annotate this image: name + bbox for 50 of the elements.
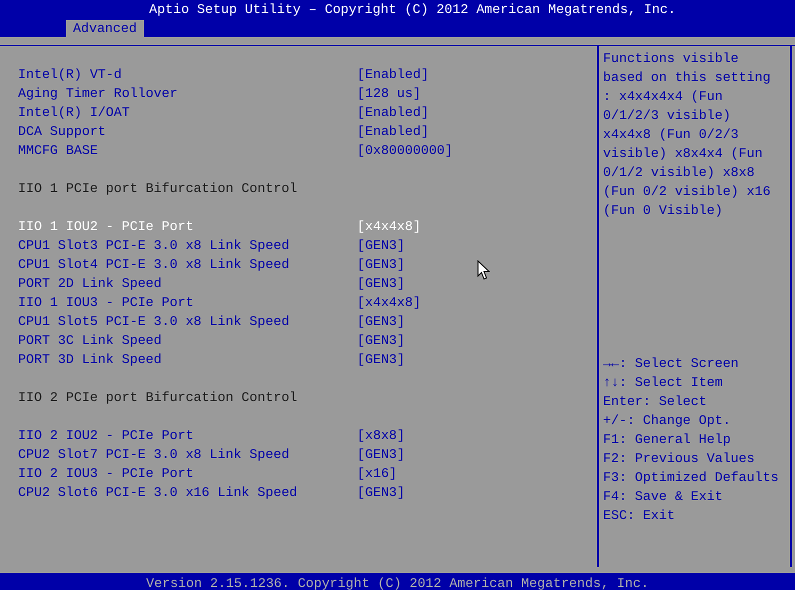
setting-label[interactable]: DCA Support	[18, 122, 357, 141]
setting-value[interactable]: [x4x4x8]	[357, 217, 421, 236]
key-hint: →←: Select Screen	[603, 355, 740, 373]
setting-label[interactable]: CPU1 Slot3 PCI-E 3.0 x8 Link Speed	[18, 236, 357, 255]
setting-value[interactable]: [x8x8]	[357, 426, 405, 445]
setting-label[interactable]: Intel(R) VT-d	[18, 65, 357, 84]
window-title: Aptio Setup Utility – Copyright (C) 2012 American Megatrends, Inc.	[148, 1, 677, 19]
setting-value[interactable]: [GEN3]	[357, 331, 405, 350]
setting-label[interactable]: CPU2 Slot6 PCI-E 3.0 x16 Link Speed	[18, 483, 357, 502]
setting-label[interactable]: IIO 2 IOU3 - PCIe Port	[18, 464, 357, 483]
setting-value[interactable]: [GEN3]	[357, 236, 405, 255]
section-heading: IIO 1 PCIe port Bifurcation Control	[18, 180, 298, 198]
setting-label[interactable]: IIO 2 IOU2 - PCIe Port	[18, 426, 357, 445]
setting-label[interactable]: IIO 1 IOU2 - PCIe Port	[18, 217, 357, 236]
setting-label[interactable]: PORT 3C Link Speed	[18, 331, 357, 350]
setting-value[interactable]: [GEN3]	[357, 483, 405, 502]
setting-value[interactable]: [GEN3]	[357, 350, 405, 369]
setting-label[interactable]: IIO 1 IOU3 - PCIe Port	[18, 293, 357, 312]
setting-value[interactable]: [x4x4x8]	[357, 293, 421, 312]
menu-tab[interactable]: Advanced	[66, 20, 144, 38]
key-hint: +/-: Change Opt.	[603, 412, 732, 430]
setting-value[interactable]: [GEN3]	[357, 274, 405, 293]
setting-value[interactable]: [GEN3]	[357, 255, 405, 274]
setting-label[interactable]: PORT 2D Link Speed	[18, 274, 357, 293]
key-hint: ESC: Exit	[603, 507, 676, 525]
key-hint: F4: Save & Exit	[603, 488, 724, 506]
setting-value[interactable]: [0x80000000]	[357, 141, 453, 160]
setting-label[interactable]: CPU2 Slot7 PCI-E 3.0 x8 Link Speed	[18, 445, 357, 464]
setting-value[interactable]: [x16]	[357, 464, 397, 483]
key-hint: F2: Previous Values	[603, 450, 756, 468]
setting-label[interactable]: Aging Timer Rollover	[18, 84, 357, 103]
setting-label[interactable]: Intel(R) I/OAT	[18, 103, 357, 122]
setting-label[interactable]: CPU1 Slot4 PCI-E 3.0 x8 Link Speed	[18, 255, 357, 274]
setting-label[interactable]: CPU1 Slot5 PCI-E 3.0 x8 Link Speed	[18, 312, 357, 331]
setting-value[interactable]: [Enabled]	[357, 122, 429, 141]
key-hint: ↑↓: Select Item	[603, 374, 724, 392]
key-hint: F3: Optimized Defaults	[603, 469, 780, 487]
setting-value[interactable]: [Enabled]	[357, 103, 429, 122]
setting-value[interactable]: [GEN3]	[357, 445, 405, 464]
setting-value[interactable]: [GEN3]	[357, 312, 405, 331]
status-bar: Version 2.15.1236. Copyright (C) 2012 American Megatrends, Inc.	[0, 573, 795, 590]
key-hint: Enter: Select	[603, 393, 708, 411]
setting-label[interactable]: MMCFG BASE	[18, 141, 357, 160]
mouse-pointer-icon	[477, 260, 490, 280]
setting-value[interactable]: [Enabled]	[357, 65, 429, 84]
setting-value[interactable]: [128 us]	[357, 84, 421, 103]
section-heading: IIO 2 PCIe port Bifurcation Control	[18, 389, 298, 407]
key-hint: F1: General Help	[603, 431, 732, 449]
setting-label[interactable]: PORT 3D Link Speed	[18, 350, 357, 369]
help-text: Functions visible based on this setting : x4x4x4x4 (Fun 0/1/2/3 visible) x4x4x8 (Fun 0/2/3 visible) x8x4x4 (Fun 0/1/2 visible) x8x8 (Fun 0/2 visible) x16 (Fun 0 Visible)	[603, 50, 772, 220]
